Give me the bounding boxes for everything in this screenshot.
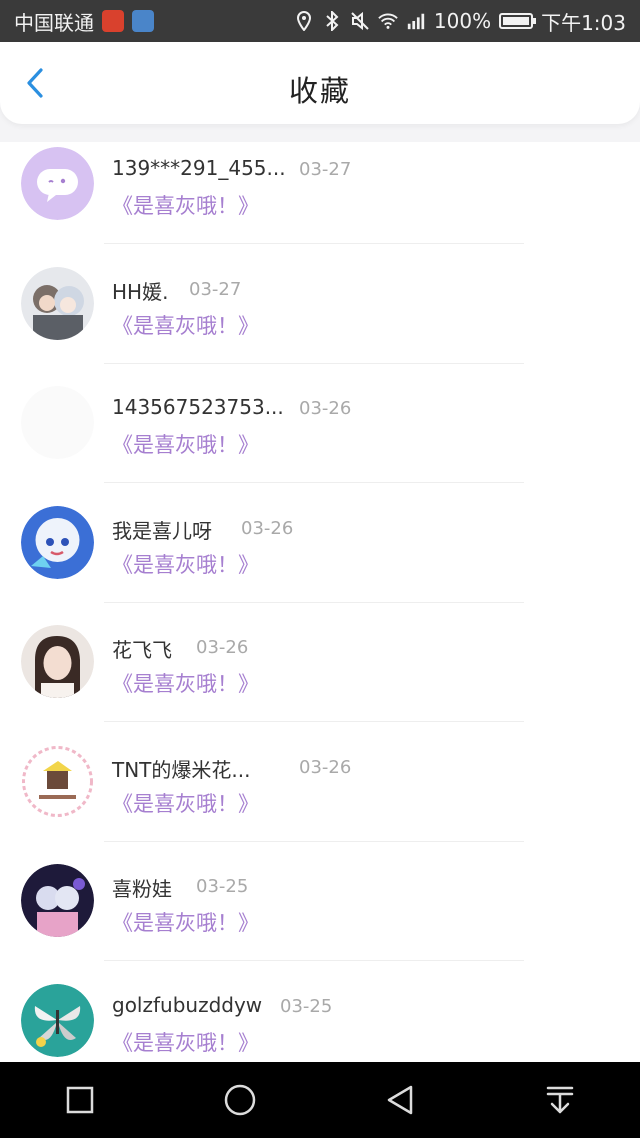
wifi-icon bbox=[378, 11, 398, 31]
item-name: golzfubuzddyw bbox=[112, 992, 263, 1017]
clock: 下午1:03 bbox=[541, 10, 626, 35]
list-item[interactable]: HH媛. 03-27 《是喜灰哦！》 bbox=[0, 262, 640, 382]
pull-down-icon bbox=[546, 1086, 574, 1114]
circle-icon bbox=[224, 1084, 256, 1116]
divider bbox=[104, 840, 524, 842]
item-title[interactable]: 《是喜灰哦！》 bbox=[112, 907, 259, 937]
item-title[interactable]: 《是喜灰哦！》 bbox=[112, 668, 259, 698]
item-date: 03-26 bbox=[299, 398, 352, 419]
page-title: 收藏 bbox=[288, 74, 351, 108]
item-name: 139***291_455... bbox=[112, 156, 286, 180]
system-nav-bar bbox=[0, 1062, 640, 1138]
avatar[interactable] bbox=[21, 744, 94, 818]
header-card: 收藏 bbox=[0, 42, 640, 124]
item-date: 03-25 bbox=[280, 995, 333, 1017]
avatar[interactable] bbox=[21, 266, 94, 340]
favorites-list: 139***291_455... 03-27 《是喜灰哦！》 HH媛. 03-2… bbox=[0, 142, 640, 1062]
list-item[interactable]: 139***291_455... 03-27 《是喜灰哦！》 bbox=[0, 142, 640, 262]
item-date: 03-26 bbox=[241, 517, 294, 539]
list-item[interactable]: TNT的爆米花... 03-26 《是喜灰哦！》 bbox=[0, 740, 640, 860]
item-name: 143567523753... bbox=[112, 395, 284, 419]
item-title[interactable]: 《是喜灰哦！》 bbox=[112, 788, 259, 818]
item-title[interactable]: 《是喜灰哦！》 bbox=[112, 549, 259, 579]
divider bbox=[104, 243, 524, 244]
divider bbox=[104, 482, 524, 483]
item-title[interactable]: 《是喜灰哦！》 bbox=[112, 1027, 259, 1057]
status-bar: 中国联通 100% 下午1:03 bbox=[0, 0, 640, 42]
location-icon bbox=[294, 11, 314, 31]
item-date: 03-26 bbox=[299, 756, 352, 778]
item-date: 03-27 bbox=[189, 278, 242, 300]
triangle-back-icon bbox=[387, 1085, 413, 1115]
avatar[interactable] bbox=[21, 625, 94, 698]
item-title[interactable]: 《是喜灰哦！》 bbox=[112, 429, 259, 459]
list-item[interactable]: golzfubuzddyw 03-25 《是喜灰哦！》 bbox=[0, 979, 640, 1063]
item-title[interactable]: 《是喜灰哦！》 bbox=[112, 190, 259, 220]
avatar[interactable] bbox=[21, 147, 94, 220]
item-name: 喜粉娃 bbox=[112, 877, 172, 901]
avatar[interactable] bbox=[21, 864, 94, 937]
mute-icon bbox=[350, 11, 370, 31]
back-nav-button[interactable] bbox=[378, 1078, 422, 1122]
divider bbox=[104, 721, 524, 722]
divider bbox=[104, 960, 524, 961]
item-name: 我是喜儿呀 bbox=[112, 518, 212, 543]
carrier-label: 中国联通 bbox=[14, 10, 94, 35]
bluetooth-icon bbox=[322, 11, 342, 31]
recent-apps-button[interactable] bbox=[58, 1078, 102, 1122]
divider bbox=[104, 362, 524, 364]
avatar[interactable] bbox=[21, 983, 94, 1057]
home-button[interactable] bbox=[218, 1078, 262, 1122]
signal-icon bbox=[406, 11, 426, 31]
notification-pull-button[interactable] bbox=[538, 1078, 582, 1122]
list-item[interactable]: 花飞飞 03-26 《是喜灰哦！》 bbox=[0, 620, 640, 740]
app-notification-icon bbox=[102, 10, 124, 32]
item-date: 03-26 bbox=[196, 637, 249, 658]
item-date: 03-27 bbox=[299, 159, 352, 180]
battery-percent: 100% bbox=[433, 9, 492, 33]
item-date: 03-25 bbox=[196, 876, 249, 897]
avatar[interactable] bbox=[21, 386, 94, 459]
battery-icon bbox=[499, 13, 537, 29]
item-name: 花飞飞 bbox=[112, 638, 172, 662]
avatar[interactable] bbox=[21, 505, 94, 579]
divider bbox=[104, 601, 524, 603]
item-title[interactable]: 《是喜灰哦！》 bbox=[112, 310, 259, 340]
list-item[interactable]: 143567523753... 03-26 《是喜灰哦！》 bbox=[0, 381, 640, 501]
item-name: TNT的爆米花... bbox=[112, 757, 251, 782]
list-item[interactable]: 我是喜儿呀 03-26 《是喜灰哦！》 bbox=[0, 501, 640, 621]
header: 收藏 bbox=[0, 42, 640, 142]
item-name: HH媛. bbox=[112, 279, 169, 304]
list-item[interactable]: 喜粉娃 03-25 《是喜灰哦！》 bbox=[0, 859, 640, 979]
browser-notification-icon bbox=[132, 10, 154, 32]
square-icon bbox=[66, 1086, 94, 1114]
